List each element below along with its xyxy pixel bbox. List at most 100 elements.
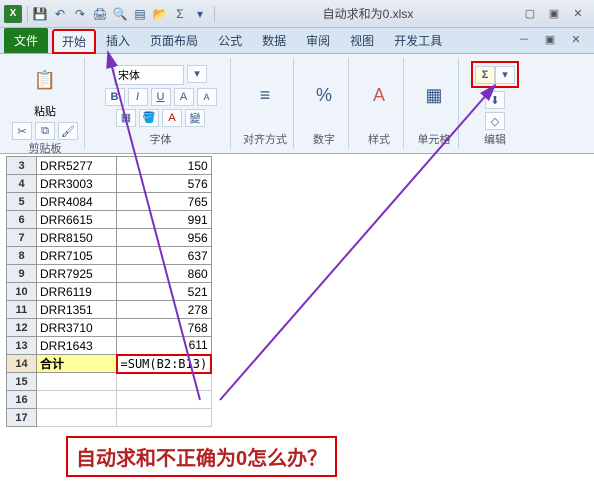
cell[interactable]: DRR7925	[37, 265, 117, 283]
cell[interactable]: 956	[117, 229, 212, 247]
table-row[interactable]: 9DRR7925860	[7, 265, 212, 283]
tab-insert[interactable]: 插入	[96, 28, 140, 53]
bold-button[interactable]: B	[105, 88, 125, 106]
table-row[interactable]: 11DRR1351278	[7, 301, 212, 319]
cell[interactable]: DRR7105	[37, 247, 117, 265]
table-row[interactable]: 12DRR3710768	[7, 319, 212, 337]
row-header[interactable]: 13	[7, 337, 37, 355]
align-button[interactable]: ≡	[247, 76, 283, 116]
row-header[interactable]: 9	[7, 265, 37, 283]
table-row[interactable]: 10DRR6119521	[7, 283, 212, 301]
wb-close-button[interactable]: ✕	[566, 32, 586, 46]
tab-dev[interactable]: 开发工具	[384, 28, 452, 53]
wb-minimize-button[interactable]: －	[514, 32, 534, 46]
cell[interactable]	[117, 409, 212, 427]
grow-font-button[interactable]: A	[174, 88, 194, 106]
cell[interactable]	[37, 373, 117, 391]
close-button[interactable]: ✕	[568, 7, 588, 21]
cell[interactable]	[117, 373, 212, 391]
styles-button[interactable]: A	[361, 76, 397, 116]
sort-icon[interactable]: ▤	[131, 5, 149, 23]
cell[interactable]: 991	[117, 211, 212, 229]
font-name-select[interactable]: 宋体	[114, 65, 184, 85]
phonetic-button[interactable]: 變	[185, 109, 205, 127]
tab-file[interactable]: 文件	[4, 28, 48, 53]
sum-formula-cell[interactable]: =SUM(B2:B13)	[117, 355, 212, 373]
cell[interactable]: DRR1351	[37, 301, 117, 319]
table-row[interactable]: 3DRR5277150	[7, 157, 212, 175]
cell[interactable]	[37, 409, 117, 427]
row-header[interactable]: 7	[7, 229, 37, 247]
table-row[interactable]: 4DRR3003576	[7, 175, 212, 193]
restore-button[interactable]: ▣	[544, 7, 564, 21]
open-icon[interactable]: 📂	[151, 5, 169, 23]
table-row[interactable]: 8DRR7105637	[7, 247, 212, 265]
italic-button[interactable]: I	[128, 88, 148, 106]
paste-button[interactable]: 📋	[27, 60, 63, 100]
row-header[interactable]: 3	[7, 157, 37, 175]
tab-data[interactable]: 数据	[252, 28, 296, 53]
cell[interactable]: DRR6119	[37, 283, 117, 301]
row-header[interactable]: 4	[7, 175, 37, 193]
cell[interactable]: DRR3710	[37, 319, 117, 337]
tab-view[interactable]: 视图	[340, 28, 384, 53]
tab-layout[interactable]: 页面布局	[140, 28, 208, 53]
cut-icon[interactable]: ✂	[12, 122, 32, 140]
table-row[interactable]: 13DRR1643611	[7, 337, 212, 355]
cell[interactable]	[117, 391, 212, 409]
sum-row[interactable]: 14合计=SUM(B2:B13)	[7, 355, 212, 373]
cell[interactable]: 611	[117, 337, 212, 355]
table-row[interactable]: 15	[7, 373, 212, 391]
cell[interactable]: DRR8150	[37, 229, 117, 247]
cell[interactable]: DRR4084	[37, 193, 117, 211]
print-icon[interactable]: 🖨	[91, 5, 109, 23]
border-button[interactable]: ▦	[116, 109, 136, 127]
row-header[interactable]: 11	[7, 301, 37, 319]
table-row[interactable]: 17	[7, 409, 212, 427]
row-header[interactable]: 8	[7, 247, 37, 265]
cell[interactable]: 150	[117, 157, 212, 175]
shrink-font-button[interactable]: A	[197, 88, 217, 106]
cell[interactable]: 765	[117, 193, 212, 211]
cell[interactable]: 521	[117, 283, 212, 301]
row-header[interactable]: 17	[7, 409, 37, 427]
autosum-button[interactable]: Σ▾	[471, 61, 519, 88]
cell[interactable]	[37, 391, 117, 409]
number-format-button[interactable]: %	[306, 76, 342, 116]
undo-icon[interactable]: ↶	[51, 5, 69, 23]
format-painter-icon[interactable]: 🖌	[58, 122, 78, 140]
table-row[interactable]: 7DRR8150956	[7, 229, 212, 247]
tab-home[interactable]: 开始	[52, 29, 96, 54]
table-row[interactable]: 6DRR6615991	[7, 211, 212, 229]
font-size-select[interactable]: ▾	[187, 65, 207, 83]
row-header[interactable]: 5	[7, 193, 37, 211]
cell[interactable]: 576	[117, 175, 212, 193]
tab-review[interactable]: 审阅	[296, 28, 340, 53]
worksheet-grid[interactable]: 3DRR52771504DRR30035765DRR40847656DRR661…	[6, 156, 212, 427]
sum-label-cell[interactable]: 合计	[37, 355, 117, 373]
cell[interactable]: 860	[117, 265, 212, 283]
redo-icon[interactable]: ↷	[71, 5, 89, 23]
row-header[interactable]: 10	[7, 283, 37, 301]
table-row[interactable]: 16	[7, 391, 212, 409]
cell[interactable]: DRR6615	[37, 211, 117, 229]
fill-color-button[interactable]: 🪣	[139, 109, 159, 127]
cell[interactable]: DRR1643	[37, 337, 117, 355]
row-header[interactable]: 12	[7, 319, 37, 337]
minimize-button[interactable]: ▢	[520, 7, 540, 21]
cells-button[interactable]: ▦	[416, 76, 452, 116]
row-header[interactable]: 14	[7, 355, 37, 373]
cell[interactable]: 768	[117, 319, 212, 337]
clear-button[interactable]: ◇	[485, 112, 505, 130]
table-row[interactable]: 5DRR4084765	[7, 193, 212, 211]
sigma-icon[interactable]: Σ	[171, 5, 189, 23]
wb-restore-button[interactable]: ▣	[540, 32, 560, 46]
worksheet-area[interactable]: 3DRR52771504DRR30035765DRR40847656DRR661…	[6, 156, 588, 497]
save-icon[interactable]: 💾	[31, 5, 49, 23]
row-header[interactable]: 16	[7, 391, 37, 409]
copy-icon[interactable]: ⧉	[35, 122, 55, 140]
cell[interactable]: 278	[117, 301, 212, 319]
fill-button[interactable]: ⬇	[485, 91, 505, 109]
row-header[interactable]: 6	[7, 211, 37, 229]
font-color-button[interactable]: A	[162, 109, 182, 127]
